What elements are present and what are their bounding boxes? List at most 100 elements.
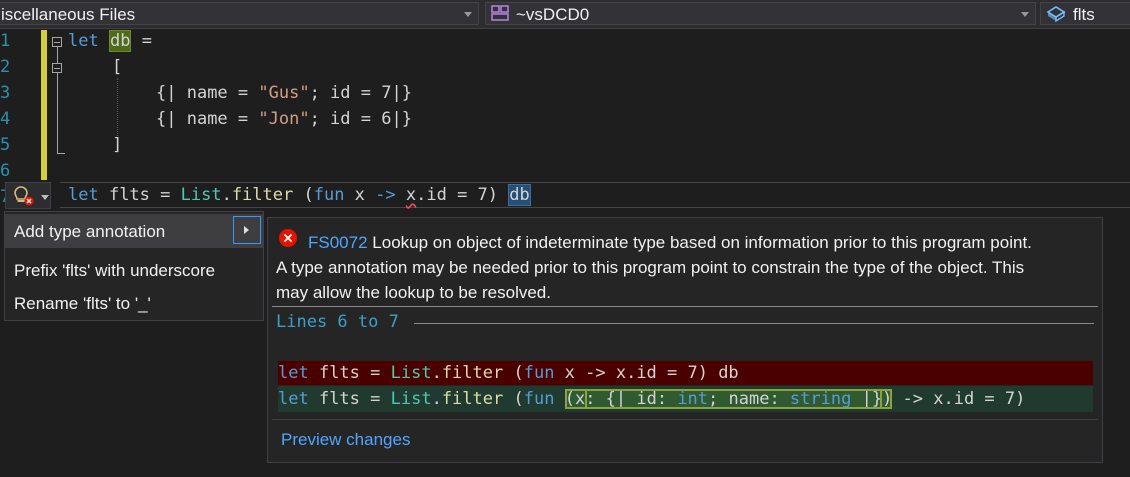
outline-guide <box>57 153 65 154</box>
code-text: : {| id: <box>585 389 678 409</box>
menu-item-label: Add type annotation <box>14 222 166 241</box>
keyword: let <box>278 389 309 409</box>
chevron-down-icon <box>464 12 472 17</box>
menu-item-add-type-annotation[interactable]: Add type annotation <box>5 214 263 248</box>
line-number: 3 <box>0 83 11 103</box>
added-code-line: let flts = List.filter (fun (x: {| id: i… <box>278 386 1093 412</box>
submenu-arrow-button[interactable] <box>233 216 261 244</box>
line-number: 2 <box>0 57 11 77</box>
menu-item-prefix-underscore[interactable]: Prefix 'flts' with underscore <box>5 253 263 287</box>
removed-code-line: let flts = List.filter (fun x -> x.id = … <box>278 361 1093 385</box>
scope-label: ~vsDCD0 <box>516 5 590 24</box>
type-keyword: string <box>789 389 852 409</box>
project-dropdown[interactable]: iscellaneous Files <box>0 2 479 25</box>
code-text: x -> x.id = 7) db <box>554 363 739 383</box>
function-name: filter <box>231 185 294 205</box>
chevron-down-icon <box>1021 12 1029 17</box>
outline-guide <box>57 47 58 63</box>
lightbulb-error-icon <box>12 185 36 211</box>
inserted-text-highlight: (x: {| id: int; name: string |}) <box>564 389 893 409</box>
error-message-line3: may allow the lookup to be resolved. <box>276 283 551 302</box>
member-dropdown[interactable]: flts <box>1040 2 1130 25</box>
module-icon <box>491 5 509 21</box>
scope-dropdown[interactable]: ~vsDCD0 <box>485 2 1036 25</box>
code-text: = <box>131 31 152 51</box>
chevron-right-icon <box>244 226 249 234</box>
field-icon <box>1046 5 1066 23</box>
menu-item-rename[interactable]: Rename 'flts' to '_' <box>5 286 263 320</box>
keyword: fun <box>523 389 555 409</box>
keyword: fun <box>313 185 345 205</box>
function-name: filter <box>441 363 504 383</box>
lines-header: Lines 6 to 7 <box>276 312 399 332</box>
keyword: fun <box>523 363 555 383</box>
error-squiggle: x <box>405 185 417 205</box>
code-text: .id = 7) <box>416 185 509 205</box>
changed-lines-marker <box>41 30 47 180</box>
code-text: {| <box>156 83 177 103</box>
fix-preview-pane: FS0072 Lookup on object of indeterminate… <box>267 217 1103 463</box>
code-text: ; name: <box>708 389 790 409</box>
code-text: . <box>431 389 442 409</box>
menu-item-label: Prefix 'flts' with underscore <box>14 261 216 280</box>
lightbulb-button[interactable] <box>5 182 51 209</box>
type-name: List <box>180 185 222 205</box>
type-name: List <box>390 389 432 409</box>
code-text: -> x.id = 7) <box>892 389 1026 409</box>
code-text: |} <box>391 109 412 129</box>
project-label: iscellaneous Files <box>1 5 136 24</box>
collapse-toggle-icon[interactable] <box>52 37 62 47</box>
line-number: 1 <box>0 31 11 51</box>
operator: -> <box>375 185 396 205</box>
db-identifier-highlight: db <box>108 30 132 52</box>
separator <box>272 306 1098 307</box>
db-reference-highlight: db <box>508 184 531 206</box>
code-text: ; id = 6 <box>309 109 392 129</box>
line-number: 4 <box>0 109 11 129</box>
type-annotation-highlight: : {| id: int; name: string |} <box>585 389 883 409</box>
code-text: |} <box>391 83 412 103</box>
type-name: List <box>390 363 432 383</box>
code-text: |} <box>851 389 883 409</box>
code-line-3: {| name = "Gus"; id = 7|} <box>156 83 412 103</box>
navigation-bar: iscellaneous Files ~vsDCD0 flts <box>0 0 1130 29</box>
code-text: x <box>344 185 376 205</box>
code-text: . <box>221 185 232 205</box>
error-message: Lookup on object of indeterminate type b… <box>372 233 1032 252</box>
code-line-1: let db = <box>68 30 152 52</box>
code-text: . <box>431 363 442 383</box>
quick-actions-menu: Add type annotation Prefix 'flts' with u… <box>4 211 264 321</box>
code-text: ( <box>293 185 314 205</box>
code-text: ( <box>503 389 524 409</box>
lines-header-rule <box>414 323 1094 324</box>
member-label: flts <box>1073 5 1095 24</box>
error-message-line2: A type annotation may be needed prior to… <box>276 258 1025 277</box>
code-text: name = <box>176 83 259 103</box>
code-editor[interactable]: 1 2 3 4 5 6 7 let db = [ {| name = "Gus"… <box>0 28 1130 477</box>
collapse-toggle-icon[interactable] <box>52 63 62 73</box>
code-text: ; id = 7 <box>309 83 392 103</box>
outline-guide <box>57 73 58 153</box>
error-description: FS0072 Lookup on object of indeterminate… <box>276 230 1102 305</box>
preview-changes-link[interactable]: Preview changes <box>281 430 410 450</box>
code-text: name = <box>176 109 259 129</box>
code-text: flts = <box>98 185 181 205</box>
line-number: 5 <box>0 135 11 155</box>
code-text: flts = <box>308 363 391 383</box>
line-number: 6 <box>0 161 11 181</box>
string-literal: "Gus" <box>258 83 310 103</box>
keyword: let <box>68 185 99 205</box>
code-text: ( <box>564 389 575 409</box>
function-name: filter <box>441 389 504 409</box>
keyword: let <box>278 363 309 383</box>
code-line-7: let flts = List.filter (fun x -> x.id = … <box>68 184 531 206</box>
code-text: ( <box>503 363 524 383</box>
menu-item-label: Rename 'flts' to '_' <box>14 294 151 313</box>
string-literal: "Jon" <box>258 109 310 129</box>
code-text: flts = <box>308 389 391 409</box>
code-text: ) <box>882 389 893 409</box>
code-line-5: ] <box>112 135 123 155</box>
error-code-link[interactable]: FS0072 <box>308 233 368 252</box>
